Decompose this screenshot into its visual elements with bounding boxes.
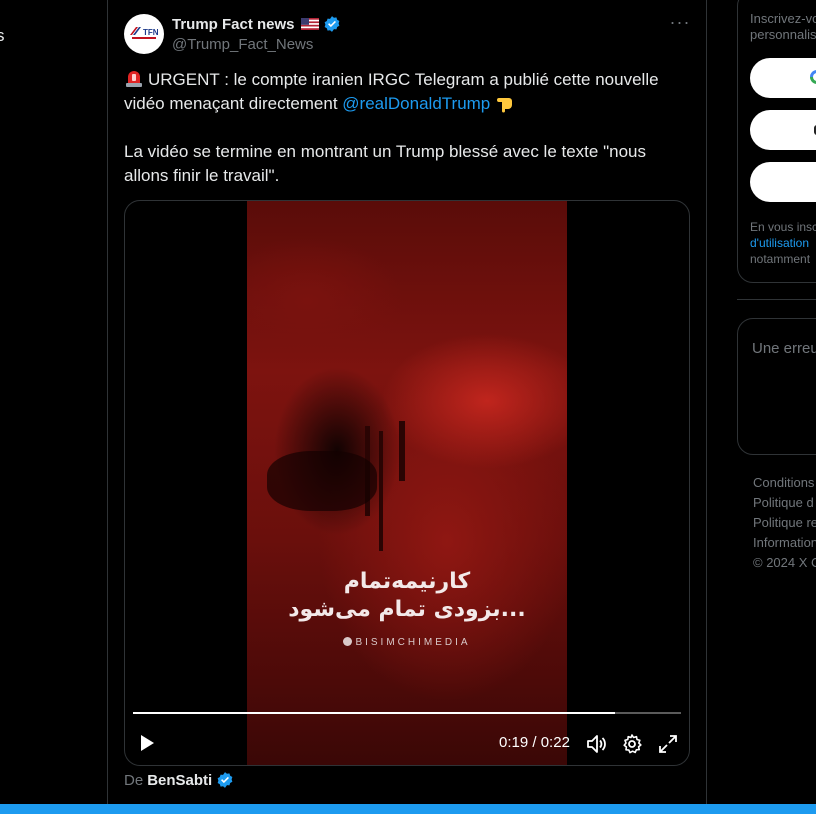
column-divider-left <box>107 0 108 814</box>
watermark-text: BISIMCHIMEDIA <box>355 637 471 648</box>
video-overlay-text-line1: کارنیمه‌تمام <box>343 569 471 594</box>
video-shape <box>267 451 377 511</box>
tweet-text-part2: La vidéo se termine en montrant un Trump… <box>124 142 646 185</box>
tfn-logo-icon: TFN <box>128 26 160 39</box>
avatar[interactable]: TFN <box>124 14 164 54</box>
more-options-button[interactable]: ··· <box>668 12 692 36</box>
time-current: 0:19 <box>499 734 529 751</box>
play-icon[interactable] <box>137 733 157 753</box>
signup-google-button[interactable] <box>750 58 816 98</box>
footer-link-conditions[interactable]: Conditions <box>753 473 816 493</box>
error-message: Une erreur <box>752 340 816 357</box>
column-divider-right <box>706 0 707 814</box>
video-watermark: BISIMCHIMEDIA <box>247 637 567 648</box>
video-progress-fill <box>133 712 616 714</box>
terms-link[interactable]: d'utilisation <box>750 235 816 251</box>
legal-line3: notamment <box>750 252 811 266</box>
video-player[interactable]: کارنیمه‌تمام بزودی تمام می‌شود... BISIMC… <box>124 200 690 766</box>
tweet-text: URGENT : le compte iranien IRGC Telegram… <box>124 68 684 212</box>
right-column-divider <box>737 299 816 300</box>
signup-text-line1: Inscrivez-vo <box>750 11 816 26</box>
source-author-link[interactable]: BenSabti <box>147 772 212 789</box>
signup-text-line2: personnalisé <box>750 27 816 42</box>
author-name-row[interactable]: Trump Fact news <box>172 15 341 33</box>
signup-apple-button[interactable] <box>750 110 816 150</box>
time-separator: / <box>532 734 537 751</box>
legal-line1: En vous insc <box>750 220 816 234</box>
author-display-name[interactable]: Trump Fact news <box>172 16 295 33</box>
video-progress-bar[interactable] <box>133 712 681 714</box>
pointing-down-emoji-icon <box>497 98 513 113</box>
footer-copyright: © 2024 X C <box>753 555 816 570</box>
avatar-logo-text: TFN <box>143 28 159 37</box>
legal-text: En vous insc d'utilisation notamment <box>750 219 816 267</box>
video-shape <box>399 421 405 481</box>
time-total: 0:22 <box>540 734 570 751</box>
author-handle[interactable]: @Trump_Fact_News <box>172 36 313 53</box>
volume-icon[interactable] <box>585 733 607 755</box>
error-card <box>737 318 816 455</box>
mention-link[interactable]: @realDonaldTrump <box>342 94 490 113</box>
telegram-icon <box>343 637 353 646</box>
video-source-line: De BenSabti <box>124 771 234 789</box>
footer-link-info[interactable]: Information <box>753 533 816 553</box>
create-account-button[interactable] <box>750 162 816 202</box>
signup-text: Inscrivez-vo personnalisé <box>750 11 816 43</box>
us-flag-icon <box>300 18 319 30</box>
verified-badge-icon <box>217 772 233 788</box>
fullscreen-icon[interactable] <box>657 733 679 755</box>
footer-link-privacy[interactable]: Politique d <box>753 493 816 513</box>
gear-icon[interactable] <box>621 733 643 755</box>
footer-link-cookies[interactable]: Politique re <box>753 513 816 533</box>
from-prefix: De <box>124 771 144 789</box>
verified-badge-icon <box>324 16 339 32</box>
video-frame: کارنیمه‌تمام بزودی تمام می‌شود... BISIMC… <box>247 201 567 765</box>
video-overlay-text-line2: بزودی تمام می‌شود... <box>288 597 526 622</box>
left-nav-partial-text: s <box>0 26 5 45</box>
bottom-banner[interactable] <box>0 804 816 814</box>
footer-links: Conditions Politique d Politique re Info… <box>753 473 816 573</box>
video-time: 0:19 / 0:22 <box>499 734 570 751</box>
siren-emoji-icon <box>126 71 142 87</box>
google-icon <box>810 70 816 84</box>
video-shape <box>379 431 383 551</box>
